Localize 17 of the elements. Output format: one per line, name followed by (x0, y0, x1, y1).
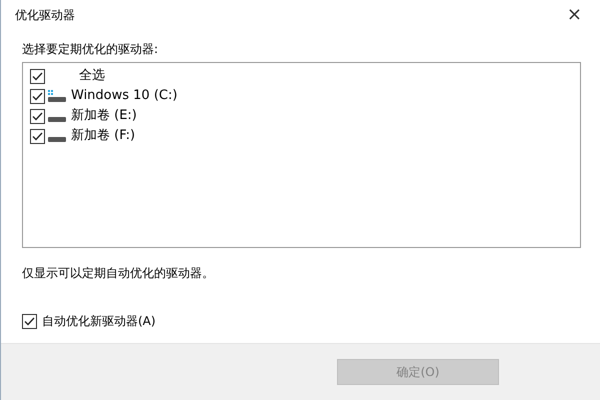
checkbox[interactable] (22, 314, 37, 328)
drive-label: 新加卷 (F:) (71, 127, 136, 146)
checkbox-label: 自动优化新驱动器(A) (42, 313, 156, 330)
checkbox[interactable] (30, 128, 45, 144)
drive-label: Windows 10 (C:) (71, 87, 178, 106)
checkbox[interactable] (30, 108, 45, 124)
hint-text: 仅显示可以定期自动优化的驱动器。 (22, 265, 215, 282)
drives-label: 选择要定期优化的驱动器: (22, 41, 160, 58)
drive-icon (48, 90, 66, 102)
window-title: 优化驱动器 (15, 7, 75, 24)
drive-icon (48, 137, 66, 142)
close-button[interactable]: × (562, 6, 586, 24)
drive-icon (48, 117, 66, 122)
checkbox[interactable] (30, 68, 45, 84)
checkbox[interactable] (30, 88, 45, 104)
drive-label: 全选 (79, 67, 105, 86)
drive-label: 新加卷 (E:) (71, 107, 137, 126)
